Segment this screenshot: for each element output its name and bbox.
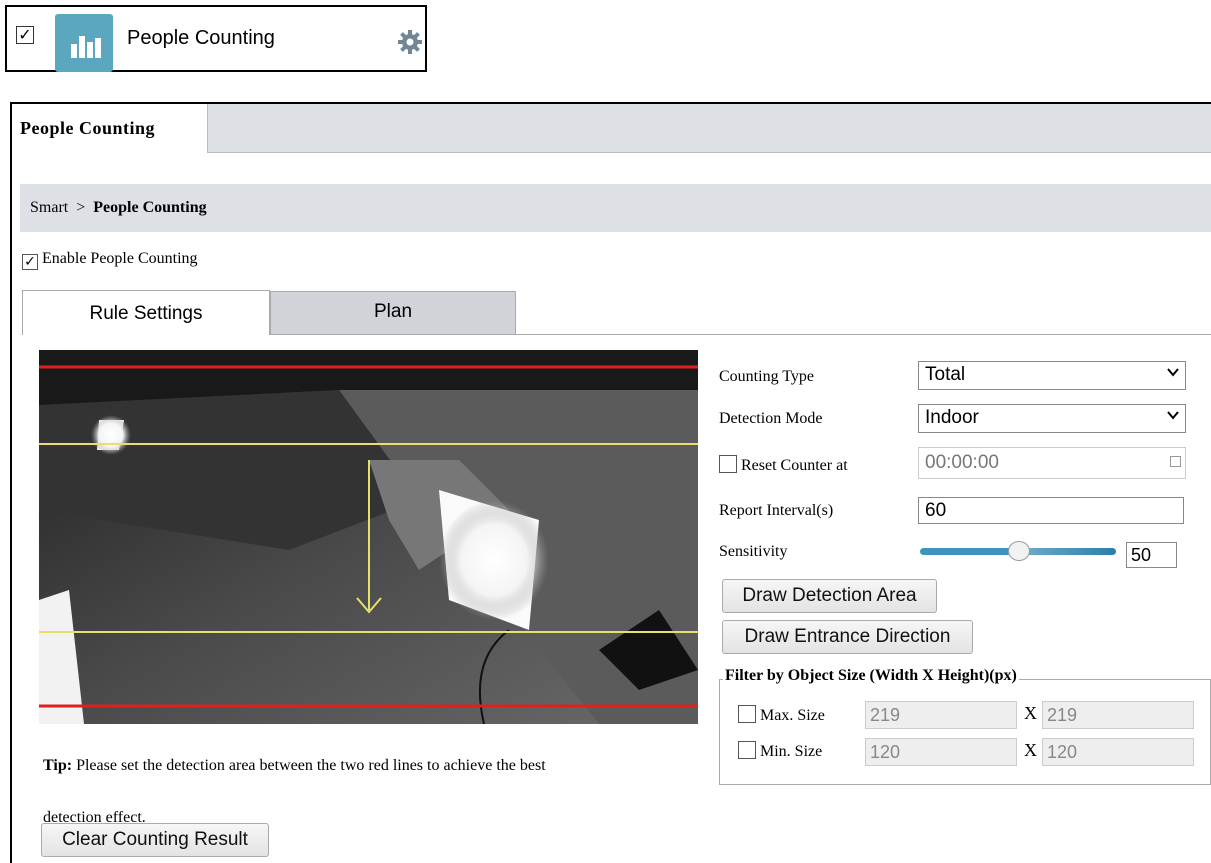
min-size-row: Min. Size	[738, 741, 822, 761]
tip-body: Please set the detection area between th…	[76, 757, 546, 774]
app-card[interactable]: ✓ People Counting	[5, 5, 427, 72]
tab-people-counting[interactable]: People Counting	[12, 104, 208, 153]
people-counting-panel: People Counting Smart > People Counting …	[10, 102, 1211, 863]
tip-label: Tip:	[43, 757, 73, 774]
reset-counter-time-value: 00:00:00	[925, 452, 999, 473]
breadcrumb-current: People Counting	[93, 199, 207, 216]
chevron-down-icon	[1167, 411, 1179, 420]
tab-rule-settings[interactable]: Rule Settings	[22, 290, 270, 335]
clear-counting-result-button[interactable]: Clear Counting Result	[41, 823, 269, 857]
draw-detection-area-button[interactable]: Draw Detection Area	[722, 579, 937, 613]
counting-type-label: Counting Type	[719, 368, 815, 385]
tab-divider	[516, 334, 1211, 335]
app-label: People Counting	[127, 27, 275, 49]
camera-live-view[interactable]	[39, 350, 698, 724]
reset-counter-label: Reset Counter at	[741, 457, 848, 474]
filter-legend: Filter by Object Size (Width X Height)(p…	[723, 667, 1019, 685]
min-size-separator: X	[1024, 740, 1037, 760]
app-enable-checkbox[interactable]: ✓	[16, 26, 34, 44]
counting-type-value: Total	[925, 364, 966, 385]
enable-people-counting-label: Enable People Counting	[42, 250, 198, 267]
bar-chart-icon	[55, 14, 113, 72]
breadcrumb-root[interactable]: Smart	[30, 199, 68, 216]
breadcrumb-separator: >	[76, 199, 86, 216]
sensitivity-value-input[interactable]: 50	[1126, 542, 1177, 568]
clock-icon[interactable]	[1170, 456, 1181, 467]
min-size-checkbox[interactable]	[738, 741, 756, 759]
enable-people-counting-checkbox[interactable]: ✓	[22, 254, 38, 270]
max-width-input[interactable]: 219	[865, 701, 1017, 729]
max-size-label: Max. Size	[760, 707, 825, 724]
reset-counter-checkbox[interactable]	[719, 455, 737, 473]
min-width-input[interactable]: 120	[865, 738, 1017, 766]
max-height-input[interactable]: 219	[1042, 701, 1194, 729]
min-height-input[interactable]: 120	[1042, 738, 1194, 766]
max-size-row: Max. Size	[738, 705, 825, 725]
detection-mode-label: Detection Mode	[719, 410, 823, 427]
reset-counter-time-input[interactable]: 00:00:00	[918, 447, 1186, 479]
gear-icon[interactable]	[397, 29, 423, 55]
filter-fieldset	[719, 679, 1211, 785]
report-interval-label: Report Interval(s)	[719, 502, 834, 519]
max-size-separator: X	[1024, 703, 1037, 723]
enable-people-counting-row: ✓ Enable People Counting	[22, 250, 198, 270]
breadcrumb: Smart > People Counting	[20, 184, 1211, 232]
report-interval-input[interactable]: 60	[918, 497, 1184, 524]
chevron-down-icon	[1167, 368, 1179, 377]
report-interval-value: 60	[925, 500, 947, 521]
draw-entrance-direction-button[interactable]: Draw Entrance Direction	[722, 620, 973, 654]
detection-mode-value: Indoor	[925, 407, 979, 428]
counting-type-select[interactable]: Total	[918, 361, 1186, 390]
reset-counter-row: Reset Counter at	[719, 455, 848, 475]
detection-mode-select[interactable]: Indoor	[918, 404, 1186, 433]
sensitivity-label: Sensitivity	[719, 543, 788, 560]
tab-plan[interactable]: Plan	[270, 291, 516, 335]
sensitivity-slider-thumb[interactable]	[1008, 541, 1030, 561]
max-size-checkbox[interactable]	[738, 705, 756, 723]
min-size-label: Min. Size	[760, 743, 823, 760]
